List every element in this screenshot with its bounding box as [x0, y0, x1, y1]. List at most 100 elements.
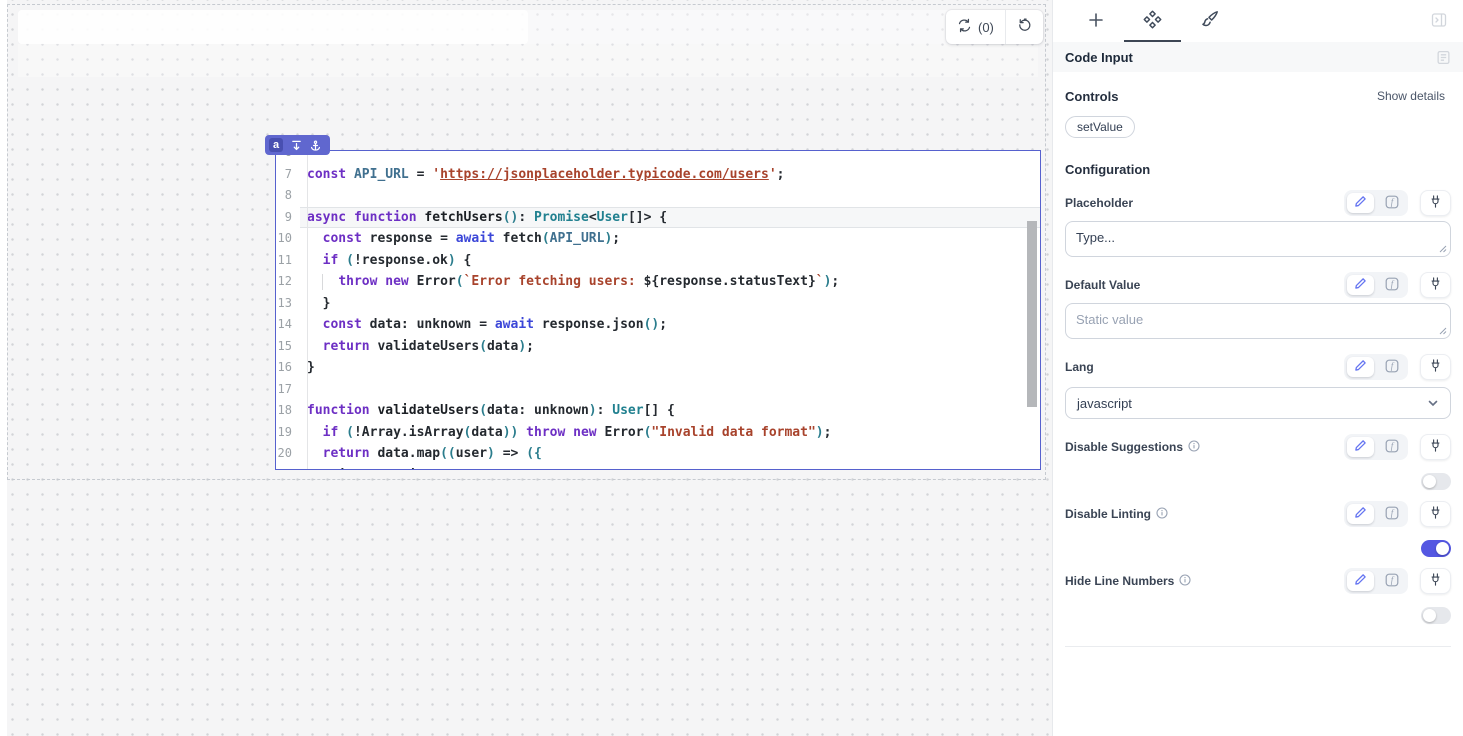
info-icon[interactable] — [1179, 574, 1191, 589]
property-placeholder: Placeholder f Type... — [1065, 189, 1451, 257]
controls-section: Controls Show details setValue — [1053, 88, 1463, 138]
function-icon: f — [1385, 195, 1399, 212]
config-properties: PlaceholderfType...Default ValuefStatic … — [1065, 189, 1451, 624]
resize-handle-icon[interactable] — [1439, 245, 1447, 253]
controls-title: Controls — [1065, 89, 1118, 104]
info-icon[interactable] — [1188, 440, 1200, 455]
refresh-button[interactable]: (0) — [946, 10, 1005, 44]
height-icon[interactable] — [291, 140, 302, 151]
pencil-icon — [1354, 277, 1367, 293]
hide-line-numbers-toggle[interactable] — [1421, 607, 1451, 624]
refresh-icon — [957, 18, 972, 36]
code-line: 12 throw new Error(`Error fetching users… — [276, 271, 1040, 293]
svg-text:f: f — [1390, 575, 1394, 585]
canvas-left-gutter — [0, 0, 7, 736]
edit-mode-button[interactable] — [1347, 437, 1374, 457]
function-mode-button[interactable]: f — [1378, 193, 1405, 213]
binding-mode-segmented: f — [1344, 501, 1408, 527]
plug-icon — [1428, 572, 1443, 590]
code-line: 9async function fetchUsers(): Promise<Us… — [276, 207, 1040, 229]
edit-mode-button[interactable] — [1347, 193, 1374, 213]
property-label: Hide Line Numbers — [1065, 574, 1191, 589]
line-number: 17 — [276, 379, 300, 401]
default-value-input[interactable]: Static value — [1065, 303, 1451, 339]
info-icon[interactable] — [1156, 507, 1168, 522]
collapse-panel-icon — [1431, 16, 1447, 31]
connect-data-button[interactable] — [1420, 354, 1451, 380]
disable-suggestions-toggle[interactable] — [1421, 473, 1451, 490]
line-number: 13 — [276, 293, 300, 315]
plug-icon — [1428, 505, 1443, 523]
function-mode-button[interactable]: f — [1378, 357, 1405, 377]
property-lang: Langfjavascript — [1065, 353, 1451, 419]
error-count: (0) — [978, 20, 994, 35]
svg-text:f: f — [1390, 279, 1394, 289]
lang-select[interactable]: javascript — [1065, 387, 1451, 419]
svg-text:f: f — [1390, 197, 1394, 207]
binding-mode-segmented: f — [1344, 568, 1408, 594]
property-label: Disable Linting — [1065, 507, 1168, 522]
gutter-border — [307, 151, 308, 469]
function-mode-button[interactable]: f — [1378, 504, 1405, 524]
code-line: 10 const response = await fetch(API_URL)… — [276, 228, 1040, 250]
chevron-down-icon — [1427, 397, 1439, 409]
pencil-icon — [1354, 506, 1367, 522]
code-input-widget[interactable]: a 67const API_URL = 'https://jsonplaceho… — [275, 150, 1041, 470]
line-number: 8 — [276, 185, 300, 207]
edit-mode-button[interactable] — [1347, 275, 1374, 295]
property-disable-linting: Disable Linting f — [1065, 500, 1451, 557]
document-icon[interactable] — [1436, 50, 1451, 65]
pencil-icon — [1354, 195, 1367, 211]
control-chip-setvalue[interactable]: setValue — [1065, 116, 1135, 138]
binding-mode-segmented: f — [1344, 272, 1408, 298]
history-icon — [1017, 18, 1032, 36]
line-number: 20 — [276, 443, 300, 465]
plug-icon — [1428, 276, 1443, 294]
connect-data-button[interactable] — [1420, 568, 1451, 594]
line-number: 10 — [276, 228, 300, 250]
connect-data-button[interactable] — [1420, 190, 1451, 216]
resize-handle-icon[interactable] — [1439, 327, 1447, 335]
editor-scrollbar[interactable] — [1027, 221, 1037, 407]
canvas-area[interactable]: (0) a 67const — [0, 0, 1052, 736]
code-line: 14 const data: unknown = await response.… — [276, 314, 1040, 336]
show-details-link[interactable]: Show details — [1371, 88, 1451, 104]
code-line: 18function validateUsers(data: unknown):… — [276, 400, 1040, 422]
code-editor[interactable]: 67const API_URL = 'https://jsonplacehold… — [276, 151, 1040, 469]
disable-linting-toggle[interactable] — [1421, 540, 1451, 557]
placeholder-input[interactable]: Type... — [1065, 221, 1451, 257]
edit-mode-button[interactable] — [1347, 571, 1374, 591]
canvas-top-section-highlight — [18, 10, 528, 44]
property-label: Disable Suggestions — [1065, 440, 1200, 455]
function-mode-button[interactable]: f — [1378, 275, 1405, 295]
canvas-second-section — [18, 44, 1038, 77]
widget-label-badge[interactable]: a — [265, 135, 330, 155]
tab-style[interactable] — [1181, 0, 1238, 42]
property-label: Placeholder — [1065, 196, 1133, 210]
function-icon: f — [1385, 359, 1399, 376]
anchor-icon[interactable] — [310, 140, 321, 151]
edit-mode-button[interactable] — [1347, 504, 1374, 524]
line-number: 19 — [276, 422, 300, 444]
connect-data-button[interactable] — [1420, 501, 1451, 527]
svg-text:f: f — [1390, 441, 1394, 451]
plug-icon — [1428, 194, 1443, 212]
binding-mode-segmented: f — [1344, 354, 1408, 380]
code-line: 21 id: user.id, — [276, 465, 1040, 470]
line-number: 14 — [276, 314, 300, 336]
property-default-value: Default ValuefStatic value — [1065, 271, 1451, 339]
tab-add-widget[interactable] — [1067, 0, 1124, 42]
history-button[interactable] — [1006, 10, 1043, 44]
connect-data-button[interactable] — [1420, 272, 1451, 298]
configuration-section: Configuration PlaceholderfType...Default… — [1053, 162, 1463, 647]
plug-icon — [1428, 358, 1443, 376]
code-line: 15 return validateUsers(data); — [276, 336, 1040, 358]
collapse-panel-button[interactable] — [1429, 10, 1449, 33]
function-mode-button[interactable]: f — [1378, 437, 1405, 457]
brush-icon — [1199, 9, 1220, 33]
tab-widget-properties[interactable] — [1124, 0, 1181, 42]
function-mode-button[interactable]: f — [1378, 571, 1405, 591]
connect-data-button[interactable] — [1420, 434, 1451, 460]
edit-mode-button[interactable] — [1347, 357, 1374, 377]
line-number: 7 — [276, 164, 300, 186]
